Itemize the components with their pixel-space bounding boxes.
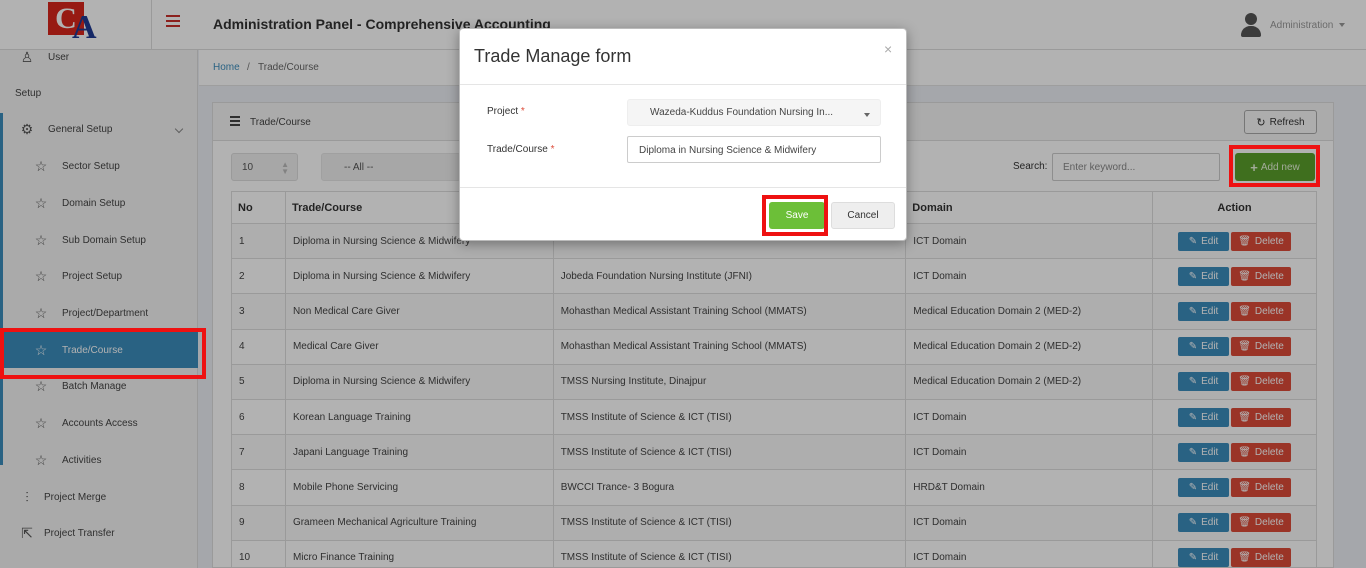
project-select[interactable]: Wazeda-Kuddus Foundation Nursing In... (627, 99, 881, 126)
highlight-sidebar-trade-course (0, 328, 206, 379)
project-select-value: Wazeda-Kuddus Foundation Nursing In... (650, 107, 834, 118)
trade-course-label-text: Trade/Course (487, 144, 548, 155)
modal-title: Trade Manage form (474, 46, 632, 66)
highlight-add-new (1229, 145, 1320, 187)
required-mark: * (550, 144, 555, 155)
dropdown-arrow-icon (864, 113, 870, 117)
trade-course-label: Trade/Course * (487, 144, 554, 155)
trade-course-input[interactable]: Diploma in Nursing Science & Midwifery (627, 136, 881, 163)
required-mark: * (520, 106, 525, 117)
close-icon[interactable]: × (884, 41, 892, 57)
highlight-save-button (762, 195, 828, 236)
project-label-text: Project (487, 106, 519, 117)
project-label: Project * (487, 106, 525, 117)
divider (460, 187, 906, 188)
cancel-button[interactable]: Cancel (831, 202, 895, 229)
divider (460, 84, 906, 85)
trade-manage-modal: Trade Manage form × Project * Wazeda-Kud… (459, 28, 907, 241)
